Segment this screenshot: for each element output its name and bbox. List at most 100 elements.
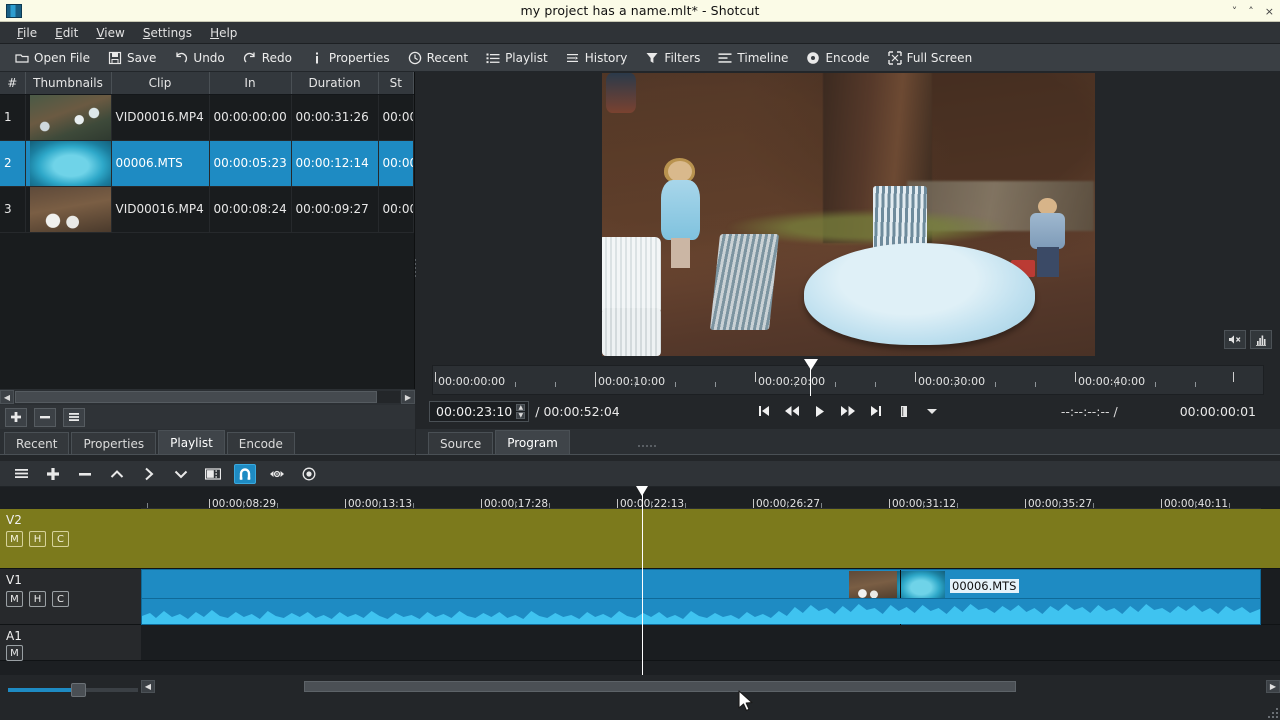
timeline-menu-button[interactable] <box>10 464 32 484</box>
timeline-lift-button[interactable] <box>106 464 128 484</box>
track-lane-a1[interactable] <box>141 625 1280 661</box>
timeline-split-button[interactable] <box>202 464 224 484</box>
audio-levels-button[interactable] <box>1250 330 1272 349</box>
track-v1-lock-button[interactable]: C <box>52 591 69 607</box>
track-lane-v1[interactable]: 00006.MTS <box>141 569 1280 625</box>
table-row[interactable]: 3 VID00016.MP4 00:00:08:24 00:00:09:27 0… <box>0 186 414 232</box>
toolbar-redo-button[interactable]: Redo <box>234 49 301 67</box>
tab-program[interactable]: Program <box>495 430 570 454</box>
column-header-clip[interactable]: Clip <box>111 72 209 94</box>
track-v1-mute-button[interactable]: M <box>6 591 23 607</box>
track-a1-mute-button[interactable]: M <box>6 645 23 661</box>
timeline-playhead[interactable] <box>642 487 643 675</box>
timeline-scrub-button[interactable] <box>266 464 288 484</box>
track-v1-hide-button[interactable]: H <box>29 591 46 607</box>
play-button[interactable] <box>812 403 828 419</box>
toolbar-save-button[interactable]: Save <box>99 49 165 67</box>
menu-edit[interactable]: Edit <box>46 24 87 42</box>
playlist-remove-button[interactable] <box>34 408 56 427</box>
menu-file[interactable]: File <box>8 24 46 42</box>
skip-to-start-button[interactable] <box>756 403 772 419</box>
toolbar-full-screen-label: Full Screen <box>907 51 973 65</box>
track-v2-lock-button[interactable]: C <box>52 531 69 547</box>
grab-frame-button[interactable] <box>896 403 912 419</box>
timeline-snap-button[interactable] <box>234 464 256 484</box>
toolbar-recent-button[interactable]: Recent <box>399 49 477 67</box>
scrollbar-handle[interactable] <box>15 391 377 403</box>
tab-source[interactable]: Source <box>428 432 493 454</box>
timeline-overwrite-button[interactable] <box>138 464 160 484</box>
video-preview[interactable] <box>602 73 1095 356</box>
scroll-left-arrow-icon[interactable]: ◀ <box>0 390 14 404</box>
timeline-scroll-left-arrow-icon[interactable]: ◀ <box>141 680 155 693</box>
column-header-thumbnails[interactable]: Thumbnails <box>25 72 111 94</box>
toolbar-playlist-button[interactable]: Playlist <box>477 49 557 67</box>
toolbar-open-file-button[interactable]: Open File <box>6 49 99 67</box>
toolbar-history-button[interactable]: History <box>557 49 637 67</box>
toolbar-full-screen-button[interactable]: Full Screen <box>879 49 982 67</box>
player-scrub-bar[interactable]: 00:00:00:00 00:00:10:00 00:00:20:00 00:0… <box>432 365 1264 395</box>
tab-playlist[interactable]: Playlist <box>158 430 225 454</box>
toolbar-properties-button[interactable]: Properties <box>301 49 399 67</box>
scrollbar-track[interactable] <box>15 391 400 403</box>
timeline-zoom-slider[interactable] <box>8 683 138 697</box>
skip-end-icon <box>869 405 883 417</box>
toolbar-undo-button[interactable]: Undo <box>165 49 233 67</box>
menu-view[interactable]: View <box>87 24 133 42</box>
playlist-add-button[interactable] <box>5 408 27 427</box>
column-header-duration[interactable]: Duration <box>291 72 378 94</box>
tab-recent[interactable]: Recent <box>4 432 69 454</box>
column-header-index[interactable]: # <box>0 72 25 94</box>
maximize-button[interactable]: ˄ <box>1248 6 1254 17</box>
timeline-scrollbar-handle[interactable] <box>304 681 1016 692</box>
playlist-horizontal-scrollbar[interactable]: ◀ ▶ <box>0 389 415 405</box>
timeline-ripple-all-tracks-button[interactable] <box>298 464 320 484</box>
track-v2-mute-button[interactable]: M <box>6 531 23 547</box>
mute-button[interactable] <box>1224 330 1246 349</box>
tab-encode[interactable]: Encode <box>227 432 295 454</box>
skip-to-end-button[interactable] <box>868 403 884 419</box>
minimize-button[interactable]: ˅ <box>1232 6 1238 17</box>
column-header-start[interactable]: St <box>378 72 414 94</box>
track-header-v2[interactable]: V2 M H C <box>0 509 141 569</box>
toolbar-timeline-button[interactable]: Timeline <box>709 49 797 67</box>
timeline-tracks-area[interactable]: 00006.MTS <box>141 509 1280 675</box>
timeline-ripple-delete-button[interactable] <box>74 464 96 484</box>
track-v2-hide-button[interactable]: H <box>29 531 46 547</box>
scene-child-shirt <box>1030 213 1065 249</box>
scroll-right-arrow-icon[interactable]: ▶ <box>401 390 415 404</box>
track-v1-buttons: M H C <box>6 591 69 607</box>
table-row[interactable]: 1 VID00016.MP4 00:00:00:00 00:00:31:26 0… <box>0 94 414 140</box>
menu-settings[interactable]: Settings <box>134 24 201 42</box>
clip-audio-waveform <box>142 598 1260 624</box>
window-resize-grip[interactable] <box>1266 706 1278 718</box>
column-header-in[interactable]: In <box>209 72 291 94</box>
player-options-dropdown[interactable] <box>924 403 940 419</box>
playlist-menu-button[interactable] <box>63 408 85 427</box>
timeline-playhead-handle[interactable] <box>636 486 648 496</box>
timeline-scrollbar-track[interactable] <box>156 681 1265 692</box>
track-header-v1[interactable]: V1 M H C <box>0 569 141 625</box>
track-lane-v2[interactable] <box>141 509 1280 569</box>
timeline-ruler[interactable]: 00:00:08:29 00:00:13:13 00:00:17:28 00:0… <box>141 487 1261 509</box>
scrub-playhead-handle[interactable] <box>804 359 818 370</box>
window-controls[interactable]: ˅ ˄ × <box>1232 0 1274 22</box>
timeline-clip[interactable]: 00006.MTS <box>141 569 1261 625</box>
timeline-append-down-button[interactable] <box>170 464 192 484</box>
timeline-append-button[interactable] <box>42 464 64 484</box>
toolbar-filters-button[interactable]: Filters <box>636 49 709 67</box>
player-dock-grip[interactable] <box>638 445 656 447</box>
timeline-scroll-right-arrow-icon[interactable]: ▶ <box>1266 680 1280 693</box>
tab-properties[interactable]: Properties <box>71 432 156 454</box>
funnel-icon <box>645 51 659 65</box>
table-row[interactable]: 2 00006.MTS 00:00:05:23 00:00:12:14 00:0… <box>0 140 414 186</box>
rewind-button[interactable] <box>784 403 800 419</box>
zoom-slider-handle[interactable] <box>71 683 86 697</box>
track-header-a1[interactable]: A1 M <box>0 625 141 661</box>
toolbar-encode-button[interactable]: Encode <box>797 49 878 67</box>
timeline-horizontal-scrollbar[interactable]: ◀ ▶ <box>141 679 1280 693</box>
close-button[interactable]: × <box>1265 6 1274 17</box>
fast-forward-button[interactable] <box>840 403 856 419</box>
menu-help[interactable]: Help <box>201 24 246 42</box>
video-stage[interactable] <box>416 72 1280 357</box>
